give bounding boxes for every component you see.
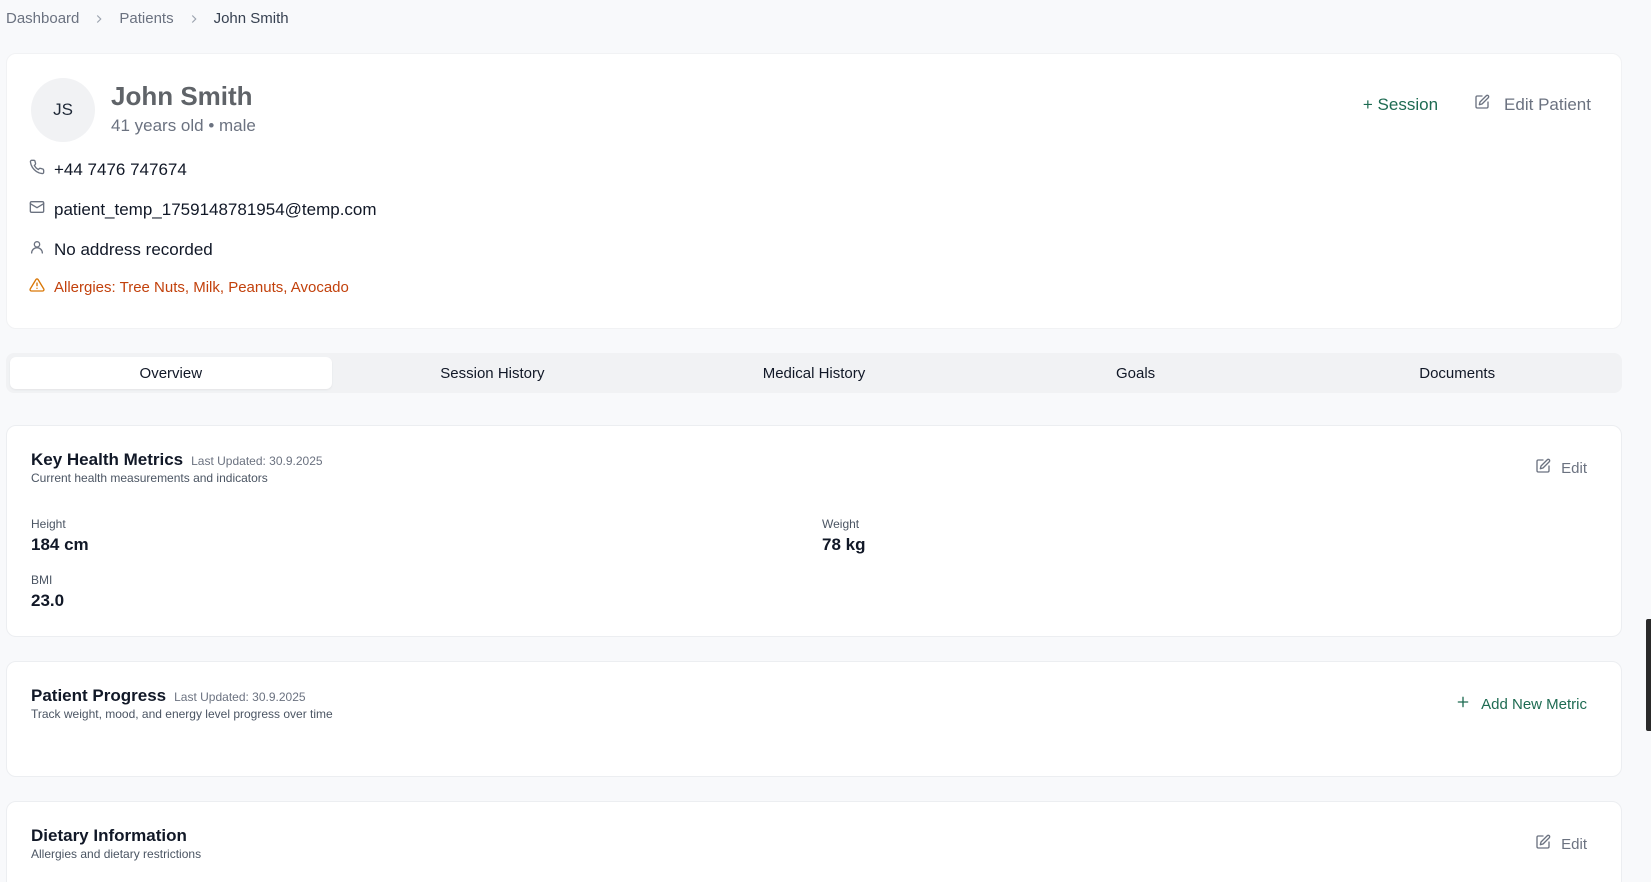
metric-value: 78 kg — [822, 535, 866, 554]
breadcrumb: Dashboard Patients John Smith — [6, 10, 289, 27]
edit-label: Edit — [1561, 459, 1587, 477]
key-health-metrics-card: Key Health Metrics Last Updated: 30.9.20… — [6, 425, 1622, 637]
phone-icon — [29, 159, 45, 180]
chevron-right-icon — [174, 12, 214, 26]
card-title: Dietary Information — [31, 826, 187, 845]
card-header: Key Health Metrics Last Updated: 30.9.20… — [31, 450, 323, 470]
chevron-right-icon — [79, 12, 119, 26]
edit-metrics-button[interactable]: Edit — [1535, 458, 1587, 478]
metric-label: BMI — [31, 573, 53, 587]
card-description: Track weight, mood, and energy level pro… — [31, 707, 333, 721]
patient-tabs: Overview Session History Medical History… — [6, 353, 1622, 393]
tab-medical-history[interactable]: Medical History — [653, 357, 975, 389]
patient-age-gender: 41 years old • male — [111, 116, 256, 135]
edit-icon — [1535, 458, 1551, 478]
address-row: No address recorded — [29, 239, 213, 260]
add-new-metric-label: Add New Metric — [1481, 695, 1587, 713]
edit-icon — [1474, 94, 1490, 115]
warning-icon — [29, 277, 45, 297]
edit-icon — [1535, 834, 1551, 854]
phone-row: +44 7476 747674 — [29, 159, 187, 180]
last-updated: Last Updated: 30.9.2025 — [174, 690, 306, 704]
plus-icon — [1455, 694, 1471, 714]
avatar: JS — [31, 78, 95, 142]
metric-value: 23.0 — [31, 591, 65, 610]
allergies-value: Allergies: Tree Nuts, Milk, Peanuts, Avo… — [54, 278, 349, 296]
user-icon — [29, 239, 45, 260]
card-description: Allergies and dietary restrictions — [31, 847, 202, 861]
address-value: No address recorded — [54, 239, 213, 259]
tab-goals[interactable]: Goals — [975, 357, 1297, 389]
patient-card: JS John Smith 41 years old • male + Sess… — [6, 53, 1622, 329]
tab-overview[interactable]: Overview — [10, 357, 332, 389]
card-header: Dietary Information — [31, 826, 187, 846]
card-description: Current health measurements and indicato… — [31, 471, 268, 485]
edit-dietary-button[interactable]: Edit — [1535, 834, 1587, 854]
phone-value: +44 7476 747674 — [54, 159, 187, 179]
allergies-row: Allergies: Tree Nuts, Milk, Peanuts, Avo… — [29, 277, 349, 297]
metric-value: 184 cm — [31, 535, 89, 554]
mail-icon — [29, 199, 45, 220]
header-actions: + Session Edit Patient — [1363, 94, 1591, 115]
breadcrumb-patients[interactable]: Patients — [119, 10, 173, 27]
edit-patient-button[interactable]: Edit Patient — [1474, 94, 1591, 115]
metric-weight: Weight 78 kg — [822, 517, 865, 555]
dietary-information-card: Dietary Information Allergies and dietar… — [6, 801, 1622, 882]
breadcrumb-current: John Smith — [213, 10, 289, 27]
last-updated: Last Updated: 30.9.2025 — [191, 454, 323, 468]
edit-patient-label: Edit Patient — [1504, 94, 1591, 114]
email-row: patient_temp_1759148781954@temp.com — [29, 199, 377, 220]
tab-documents[interactable]: Documents — [1296, 357, 1618, 389]
patient-progress-card: Patient Progress Last Updated: 30.9.2025… — [6, 661, 1622, 777]
card-title: Patient Progress — [31, 686, 167, 705]
metric-label: Height — [31, 517, 66, 531]
card-header: Patient Progress Last Updated: 30.9.2025 — [31, 686, 306, 706]
add-session-label: + Session — [1362, 94, 1439, 114]
scrollbar-thumb[interactable] — [1646, 619, 1651, 731]
metric-label: Weight — [822, 517, 860, 531]
metric-height: Height 184 cm — [31, 517, 89, 555]
edit-label: Edit — [1561, 835, 1587, 853]
email-value: patient_temp_1759148781954@temp.com — [54, 199, 377, 219]
patient-name: John Smith — [111, 81, 253, 111]
metric-bmi: BMI 23.0 — [31, 573, 64, 611]
add-new-metric-button[interactable]: Add New Metric — [1455, 694, 1587, 714]
tab-session-history[interactable]: Session History — [332, 357, 654, 389]
card-title: Key Health Metrics — [31, 450, 184, 469]
add-session-button[interactable]: + Session — [1363, 95, 1438, 115]
breadcrumb-dashboard[interactable]: Dashboard — [6, 10, 79, 27]
